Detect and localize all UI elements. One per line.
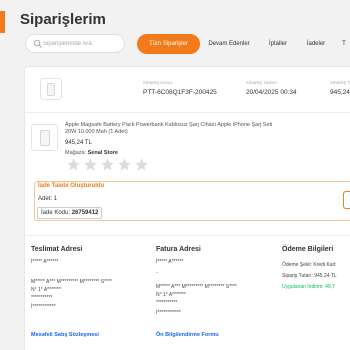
star-icon[interactable] [83,157,98,172]
tab-cancellations[interactable]: İptaller [261,34,295,54]
delivery-address-line: M***** A*** M********* M******** S**** [31,279,112,285]
tab-returns[interactable]: İadeler [297,34,335,54]
divider [24,112,350,113]
order-tabs: Tüm Siparişler Devam Edenler İptaller İa… [137,34,350,54]
delivery-name: İ***** A****** [31,259,59,265]
billing-name: İ***** A****** [156,259,184,265]
page-title: Siparişlerim [20,11,106,28]
product-image [40,130,50,146]
title-accent-bar [0,11,5,33]
orders-page: Siparişlerim Tüm Siparişler Devam Edenle… [0,0,350,350]
billing-address-line: N° 1* A******* [156,292,186,298]
divider [24,235,350,236]
order-code: PTT-6C08Q1F3F-200425 [143,89,217,96]
delivery-address-line: N° 1* A******* [31,287,61,293]
title-bar: Siparişlerim [0,0,350,33]
order-search[interactable] [25,34,125,53]
order-thumbnail[interactable] [40,78,62,100]
billing-address-line: M***** A*** M********* M******** S**** [156,284,237,290]
product-name[interactable]: Apple Magsafe Battery Pack Powerbank Kab… [65,122,285,135]
order-date: 20/04/2025 00:34 [246,89,297,96]
return-action-button[interactable] [343,191,350,209]
return-quantity: Adet: 1 [38,196,58,202]
tab-ongoing[interactable]: Devam Edenler [201,34,257,54]
search-icon [33,39,42,48]
payment-method: Ödeme Şekli: Kredi Kart [282,262,336,268]
tab-all-orders[interactable]: Tüm Siparişler [137,34,200,54]
product-thumbnail[interactable] [31,124,58,151]
payment-info-title: Ödeme Bilgileri [282,246,334,253]
star-icon[interactable] [66,157,81,172]
seller-label: Mağaza: [65,150,87,156]
return-code: İade Kodu: 26759412 [37,207,103,219]
star-icon[interactable] [117,157,132,172]
search-input[interactable] [43,37,123,51]
tab-more[interactable]: T [338,34,350,54]
star-icon[interactable] [100,157,115,172]
preliminary-info-form-link[interactable]: Ön Bilgilendirme Formu [156,332,219,338]
distance-sales-contract-link[interactable]: Mesafeli Satış Sözleşmesi [31,332,99,338]
seller-name[interactable]: Senal Store [88,150,118,156]
billing-phone: İ************ [156,310,181,316]
billing-address-title: Fatura Adresi [156,246,201,253]
order-code-label: SİPARİŞ KODU [143,80,173,85]
payment-total: Sipariş Tutarı: 945,24 TL [282,273,337,279]
billing-address-line: *********** [156,300,178,306]
order-date-label: SİPARİŞ TARİHİ [246,80,277,85]
payment-discount: Uygulanan İndirim: 49,7 [282,284,335,290]
delivery-address-line: *********** [31,295,53,301]
order-total-label: SİPARİŞ T [330,80,350,85]
seller-info: Mağaza: Senal Store [65,150,118,156]
product-image [47,83,55,96]
product-price: 945,24 TL [65,140,92,146]
delivery-address-title: Teslimat Adresi [31,246,83,253]
delivery-phone: İ************ [31,304,56,310]
return-status: İade Talebi Oluşturuldu [38,183,105,189]
billing-tax-info: - [156,270,158,276]
order-total: 945,24 [330,89,350,96]
star-icon[interactable] [134,157,149,172]
return-code-value: 26759412 [71,210,99,216]
return-code-label: İade Kodu: [41,210,71,216]
